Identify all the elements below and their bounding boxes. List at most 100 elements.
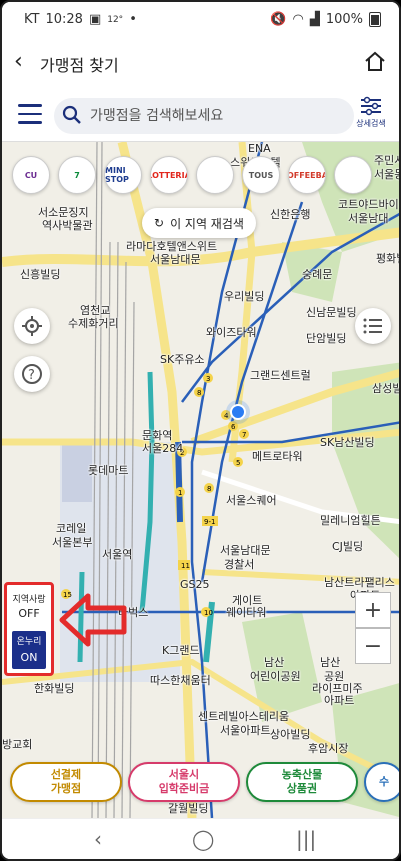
map-place-label: 신한은행: [270, 208, 311, 221]
brand-chip-label: 7: [74, 170, 80, 180]
category-card[interactable]: 수: [364, 762, 399, 802]
map-place-label: 밀레니엄힐튼: [320, 514, 381, 527]
filter-icon: [361, 96, 381, 116]
svg-text:7: 7: [242, 431, 246, 439]
map-view[interactable]: 3 8 4 6 7 2 8 5 1 10 15 9-1 11 ENA스위트호텔주…: [2, 142, 401, 818]
category-card-line2: 상품권: [286, 782, 318, 795]
category-card[interactable]: 농축산물 상품권: [246, 762, 358, 802]
map-place-label: 숭례문: [302, 268, 333, 281]
map-place-label: 신흥빌딩: [20, 268, 61, 281]
svg-text:9-1: 9-1: [204, 518, 215, 526]
back-icon[interactable]: ‹: [14, 50, 38, 74]
zoom-in-button[interactable]: +: [355, 592, 391, 628]
category-card-line2: 가맹점: [50, 782, 82, 795]
map-place-label: 신남문빌딩: [306, 306, 357, 319]
map-place-label: 롯데마트: [88, 464, 129, 477]
brand-chip[interactable]: TOUS: [242, 156, 280, 194]
brand-filter-row: CU 7 MINI STOP LOTTERIA TOUS COFFEEBAY: [12, 156, 372, 194]
recents-nav-icon[interactable]: |||: [296, 827, 316, 851]
map-place-label: 단암빌딩: [306, 332, 347, 345]
category-card-text: 선결제 가맹점: [51, 768, 81, 796]
map-place-label: 후암시장: [308, 742, 349, 755]
detail-search-button[interactable]: 상세검색: [351, 96, 391, 129]
map-place-label: 서울역: [102, 548, 133, 561]
onnuri-label: 온누리: [16, 637, 42, 647]
currency-toggle-panel[interactable]: 지역사랑 OFF 온누리 ON: [4, 582, 54, 676]
map-place-label: 삼성빌: [372, 382, 401, 395]
mute-icon: 🔇: [270, 12, 287, 27]
svg-text:3: 3: [206, 375, 210, 383]
svg-text:5: 5: [236, 459, 240, 467]
map-place-label: 갈월빌딩: [168, 802, 209, 815]
map-place-label: 수제화거리: [68, 317, 119, 330]
map-place-label: 서울동: [374, 168, 399, 181]
home-icon[interactable]: [363, 50, 387, 74]
brand-chip[interactable]: COFFEEBAY: [288, 156, 326, 194]
category-card[interactable]: 서울시 입학준비금: [128, 762, 240, 802]
map-place-label: 아파트: [324, 694, 355, 707]
wifi-icon: ◠: [292, 12, 304, 27]
map-place-label: 서울남대: [348, 212, 389, 225]
map-place-label: 와이즈타워: [206, 326, 257, 339]
brand-chip[interactable]: [334, 156, 372, 194]
dot-icon: •: [129, 12, 137, 27]
system-nav-bar: ‹ ◯ |||: [2, 818, 399, 859]
detail-search-label: 상세검색: [356, 119, 386, 128]
brand-chip[interactable]: LOTTERIA: [150, 156, 188, 194]
battery-percent: 100%: [325, 12, 363, 27]
category-card-text: 농축산물 상품권: [282, 768, 322, 796]
svg-text:?: ?: [28, 368, 35, 383]
back-nav-icon[interactable]: ‹: [94, 827, 102, 851]
brand-chip[interactable]: [196, 156, 234, 194]
map-place-label: 우리빌딩: [224, 290, 265, 303]
search-box[interactable]: [54, 98, 354, 134]
category-card-line2: 입학준비금: [158, 782, 210, 795]
search-icon: [62, 105, 81, 124]
list-view-button[interactable]: [355, 308, 391, 344]
category-card[interactable]: 선결제 가맹점: [10, 762, 122, 802]
map-place-label: 따스한채움터: [150, 674, 211, 687]
svg-text:1: 1: [178, 489, 182, 497]
map-place-label: 상아빌딩: [270, 728, 311, 741]
map-place-label: 서울스퀘어: [226, 494, 277, 507]
svg-text:8: 8: [207, 485, 211, 493]
rescan-label: 이 지역 재검색: [170, 216, 244, 231]
refresh-icon: ↻: [154, 216, 165, 230]
map-place-label: 방교회: [2, 738, 33, 751]
brand-chip[interactable]: MINI STOP: [104, 156, 142, 194]
search-input[interactable]: [90, 104, 340, 128]
help-button[interactable]: ?: [14, 356, 50, 392]
map-place-label: 평화빌딩: [376, 252, 399, 265]
map-place-label: 서울본부: [52, 536, 93, 549]
home-nav-icon[interactable]: ◯: [192, 827, 214, 851]
onnuri-toggle[interactable]: 온누리 ON: [12, 631, 46, 669]
menu-icon[interactable]: [18, 104, 42, 124]
region-toggle[interactable]: 지역사랑 OFF: [7, 585, 51, 621]
map-place-label: 서울남대문: [150, 253, 201, 266]
brand-chip[interactable]: 7: [58, 156, 96, 194]
zoom-out-button[interactable]: −: [355, 628, 391, 664]
temperature-label: 12°: [107, 14, 124, 25]
carrier-label: KT: [24, 12, 40, 27]
signal-icon: ▟: [309, 12, 320, 27]
clock: 10:28: [45, 12, 83, 27]
category-card-row: 선결제 가맹점 서울시 입학준비금 농축산물 상품권 수: [10, 762, 399, 802]
list-icon: [363, 318, 382, 334]
map-place-label: K그랜드: [162, 644, 200, 657]
battery-icon: [369, 12, 381, 27]
search-bar: 상세검색: [2, 88, 399, 142]
region-label: 지역사랑: [12, 595, 46, 605]
category-card-text: 서울시 입학준비금: [159, 768, 210, 796]
brand-chip[interactable]: CU: [12, 156, 50, 194]
map-place-label: 웨이타워: [226, 606, 267, 619]
svg-text:10: 10: [204, 609, 213, 617]
map-place-label: 그랜드센트럴: [250, 369, 311, 382]
app-header: ‹ 가맹점 찾기: [2, 38, 399, 88]
rescan-button[interactable]: ↻ 이 지역 재검색: [142, 208, 256, 238]
locate-me-button[interactable]: [14, 308, 50, 344]
map-place-label: 경찰서: [224, 558, 255, 571]
category-card-text: 수: [379, 775, 389, 789]
phone-screen: KT 10:28 ▣ 12° • 🔇 ◠ ▟ 100% ‹ 가맹점 찾기 가맹점…: [0, 0, 401, 861]
map-place-label: 한화빌딩: [34, 682, 75, 695]
page-title: 가맹점 찾기: [40, 56, 119, 75]
